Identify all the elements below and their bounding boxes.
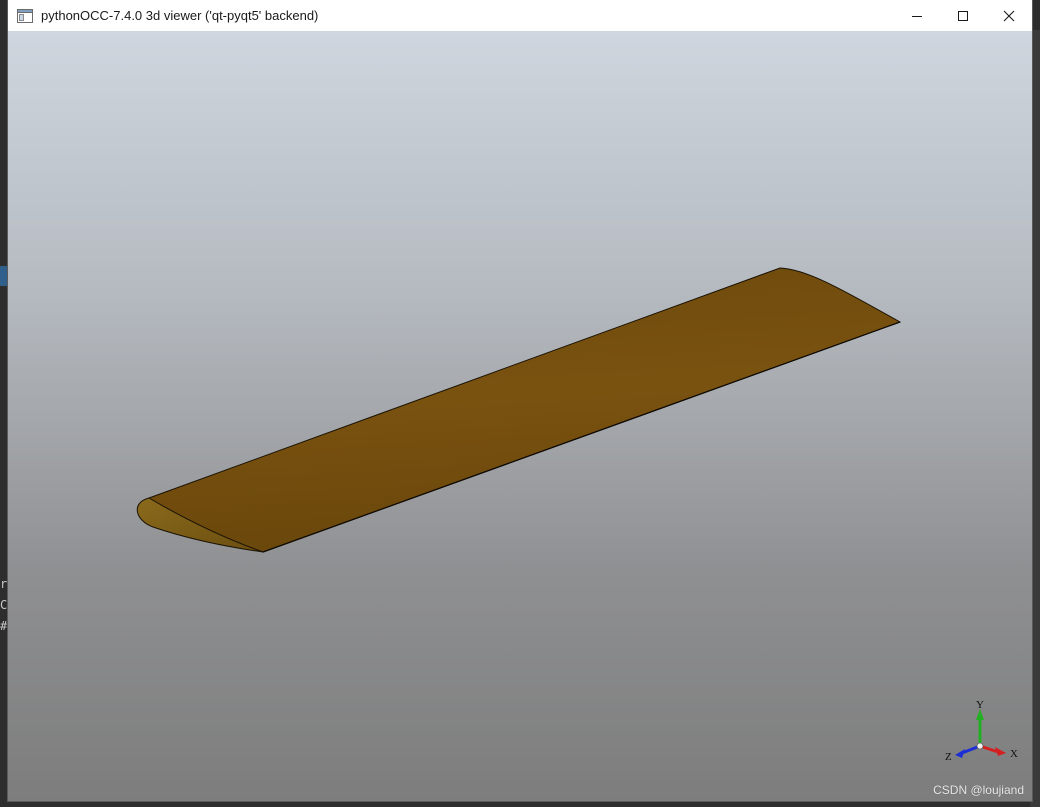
axis-triad: Y X Z	[945, 699, 1018, 763]
close-icon	[1003, 10, 1015, 21]
wing-top-surface[interactable]	[148, 267, 902, 553]
scene-canvas	[136, 267, 902, 553]
minimize-button[interactable]	[894, 0, 940, 31]
window-controls	[894, 0, 1032, 31]
maximize-icon	[958, 10, 968, 21]
app-window-icon	[17, 8, 33, 23]
axis-z-label: Z	[945, 751, 952, 763]
viewer-window: pythonOCC-7.4.0 3d viewer ('qt-pyqt5' ba…	[8, 0, 1032, 801]
axis-y-label: Y	[976, 699, 984, 711]
title-bar[interactable]: pythonOCC-7.4.0 3d viewer ('qt-pyqt5' ba…	[8, 0, 1032, 31]
close-button[interactable]	[986, 0, 1032, 31]
minimize-icon	[912, 15, 922, 17]
window-title: pythonOCC-7.4.0 3d viewer ('qt-pyqt5' ba…	[41, 8, 319, 23]
maximize-button[interactable]	[940, 0, 986, 31]
background-app-tab	[0, 266, 8, 286]
watermark: CSDN @loujiand	[933, 783, 1024, 797]
axis-x-label: X	[1010, 748, 1018, 760]
background-text-fragment: #	[0, 619, 8, 633]
3d-viewport[interactable]: Y X Z CSDN @loujiand	[8, 31, 1032, 801]
